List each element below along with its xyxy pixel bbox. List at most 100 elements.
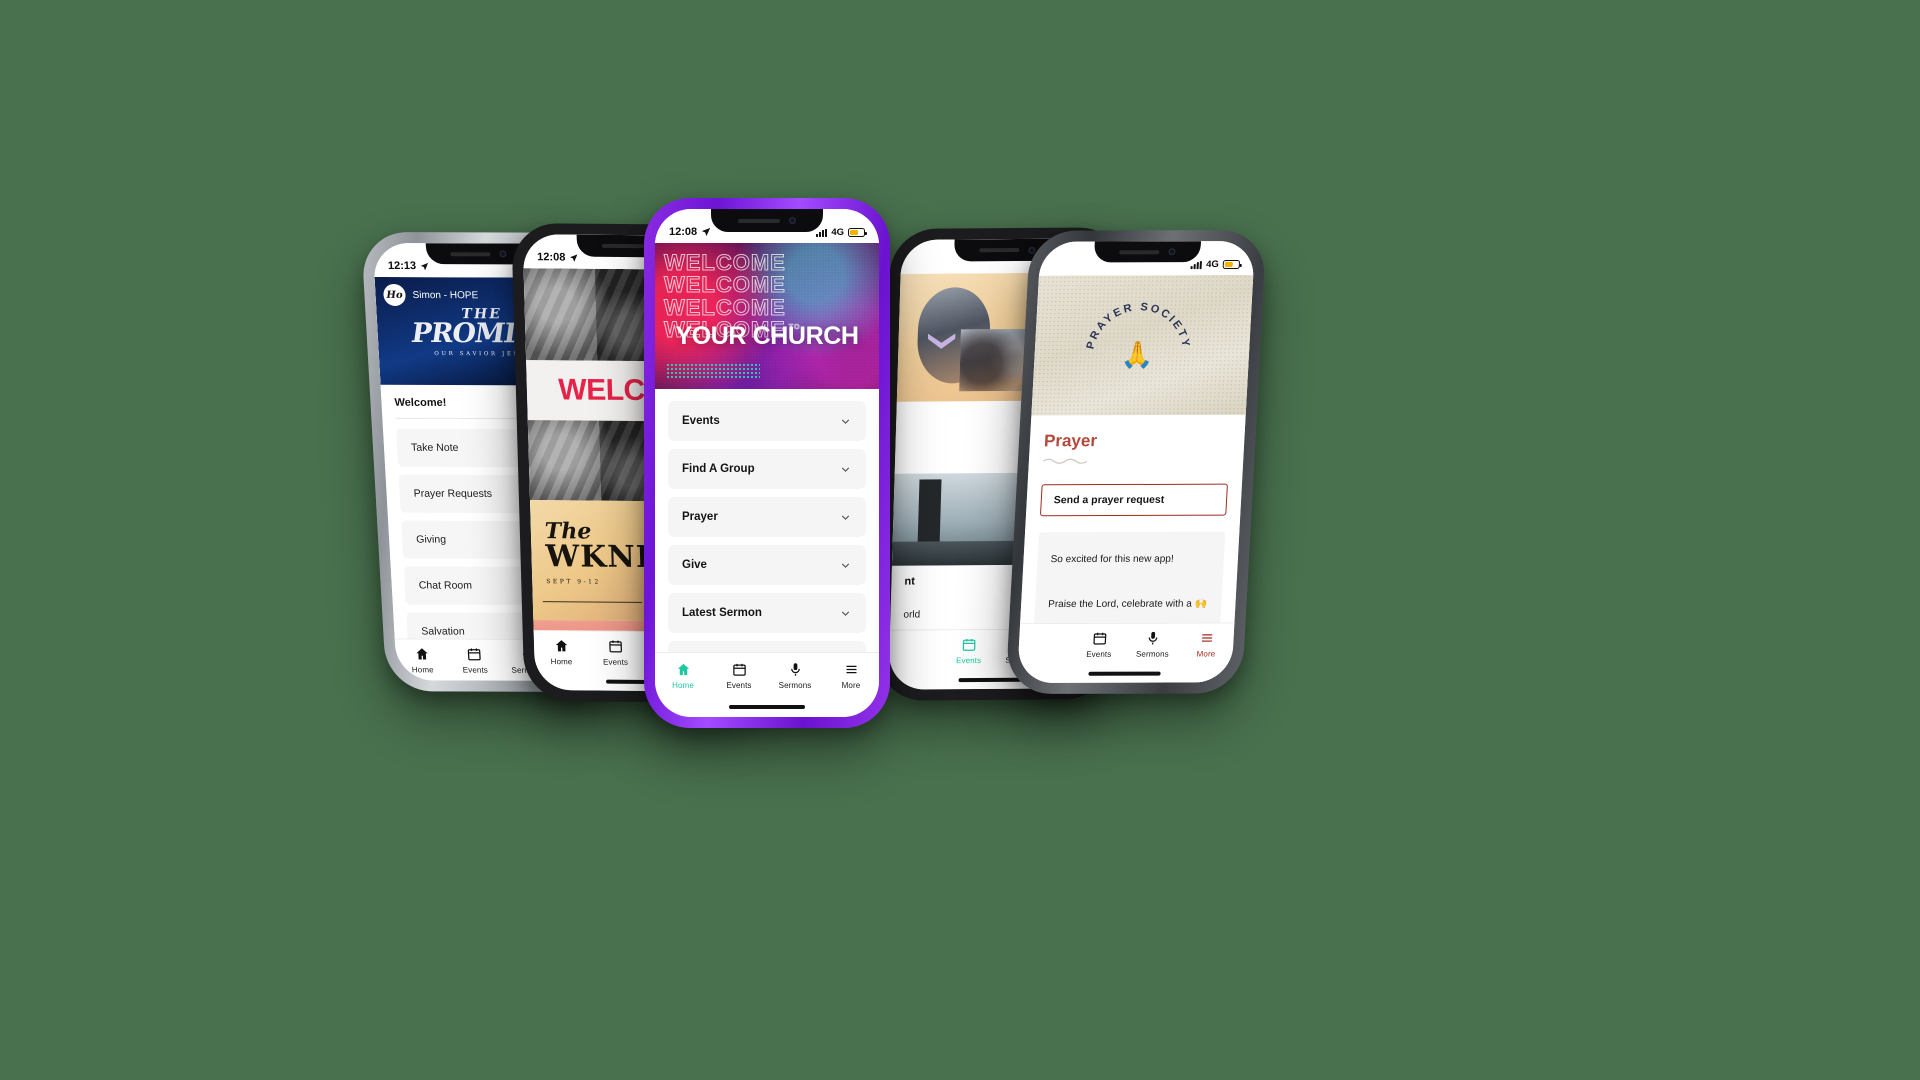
tab-events[interactable]: Events [448, 647, 502, 675]
tab-more[interactable]: More [1179, 630, 1234, 658]
status-left: 12:08 [669, 226, 711, 238]
menu-item-label: Give [682, 559, 707, 571]
tab-sermons[interactable]: Sermons [1125, 631, 1180, 659]
battery-icon [848, 228, 867, 237]
front-camera [789, 217, 797, 224]
battery-icon [1222, 259, 1241, 270]
phone-device-5: 4G PRAYER SOCIETY 🙏 Prayer Send a prayer… [1005, 229, 1267, 695]
earpiece-speaker [1119, 249, 1160, 254]
hero-to-label: TO [788, 324, 801, 332]
home-menu-list: Events Find A Group Prayer Give Latest S… [655, 389, 879, 652]
hero-welcome-word: WELCOME [663, 317, 786, 343]
tab-sermons[interactable]: Sermons [767, 662, 823, 690]
earpiece-speaker [737, 218, 781, 223]
hero-repeat-text: WELCOME WELCOME WELCOME WELCOME TO [663, 249, 875, 343]
calendar-icon [608, 640, 622, 653]
avatar: Ho [382, 283, 407, 306]
phone-5-content: PRAYER SOCIETY 🙏 Prayer Send a prayer re… [1020, 274, 1254, 624]
hero-welcome-line: WELCOME [663, 294, 786, 320]
hero-banner[interactable]: WELCOME WELCOME WELCOME WELCOME TO YOUR C… [655, 243, 879, 389]
menu-item-need-help[interactable]: Need help? [668, 641, 866, 652]
video-channel-name: Simon - HOPE [412, 289, 479, 301]
carrier-label: 4G [1205, 259, 1220, 271]
hero-welcome-line: WELCOME [663, 272, 786, 298]
chevron-down-icon [839, 559, 852, 572]
wknd-rule [542, 600, 643, 603]
hero-welcome-line-with-to: WELCOME TO [663, 317, 875, 343]
menu-item-prayer[interactable]: Prayer [668, 497, 866, 537]
list-item-label: Prayer Requests [413, 487, 493, 500]
home-indicator [1016, 664, 1233, 684]
hamburger-icon [1201, 634, 1213, 642]
location-arrow-icon [420, 262, 429, 270]
tab-label: More [1196, 649, 1216, 659]
menu-item-label: Prayer [682, 511, 718, 523]
status-right: 4G [815, 227, 867, 238]
status-left: 12:08 [537, 251, 579, 264]
front-camera [1168, 248, 1176, 256]
phone-3-content: WELCOME WELCOME WELCOME WELCOME TO YOUR C… [655, 243, 879, 652]
list-item-label: Take Note [410, 441, 459, 454]
calendar-icon [1093, 632, 1107, 645]
tab-label: Sermons [778, 681, 812, 690]
phone-5-tab-bar: Events Sermons More [1017, 622, 1235, 666]
video-channel-header: Ho Simon - HOPE [382, 283, 479, 306]
home-icon [677, 663, 689, 676]
prayer-emblem: PRAYER SOCIETY 🙏 [1076, 289, 1201, 407]
tab-events[interactable]: Events [588, 638, 643, 667]
microphone-icon [790, 663, 800, 676]
list-item-label: Chat Room [418, 579, 473, 592]
menu-item-label: Latest Sermon [682, 607, 762, 619]
location-arrow-icon [701, 227, 711, 237]
earpiece-speaker [450, 251, 491, 256]
tab-events[interactable]: Events [942, 637, 996, 665]
send-prayer-request-button[interactable]: Send a prayer request [1039, 483, 1228, 517]
status-left: 12:13 [388, 260, 430, 272]
prayer-society-banner: PRAYER SOCIETY 🙏 [1031, 274, 1254, 416]
hero-welcome-line: WELCOME [663, 249, 786, 275]
phone-device-3: 12:08 4G WELCOME WELCOME WELCOME WELCOME… [644, 198, 890, 728]
tab-label: Events [1086, 649, 1112, 659]
phone-5-screen: 4G PRAYER SOCIETY 🙏 Prayer Send a prayer… [1016, 240, 1256, 684]
hero-dot-pattern [666, 362, 761, 379]
home-icon [416, 648, 428, 660]
prayer-society-arc-text: PRAYER SOCIETY [1076, 289, 1201, 407]
tab-events[interactable]: Events [711, 662, 767, 690]
tab-home[interactable]: Home [395, 646, 449, 674]
menu-item-find-a-group[interactable]: Find A Group [668, 449, 866, 489]
page-title: Prayer [1043, 431, 1098, 451]
menu-item-latest-sermon[interactable]: Latest Sermon [668, 593, 866, 633]
clock-label: 12:13 [387, 259, 417, 273]
prayer-feed-card: So excited for this new app! Praise the … [1033, 531, 1226, 624]
clock-label: 12:08 [669, 226, 698, 238]
menu-item-events[interactable]: Events [668, 401, 866, 441]
prayer-note: So excited for this new app! [1050, 553, 1174, 566]
tab-events[interactable]: Events [1072, 631, 1127, 659]
tab-home[interactable]: Home [534, 638, 589, 666]
signal-bars-icon [815, 228, 828, 237]
phone-3-tab-bar: Home Events Sermons More [655, 652, 879, 697]
calendar-icon [732, 663, 746, 676]
carrier-label: 4G [831, 227, 844, 238]
home-icon [555, 640, 567, 652]
location-arrow-icon [570, 253, 578, 262]
tab-home[interactable]: Home [655, 662, 711, 690]
chevron-down-icon [839, 463, 852, 476]
praying-hands-icon: 🙏 [1120, 339, 1155, 370]
tab-label: Events [955, 656, 982, 666]
tab-label: Events [602, 657, 629, 667]
status-right: 4G [1190, 259, 1241, 271]
list-item-label: Giving [415, 533, 447, 546]
chevron-down-icon [839, 607, 852, 620]
tab-more[interactable]: More [823, 662, 879, 690]
earpiece-speaker [979, 248, 1020, 253]
chevron-down-icon [839, 415, 852, 428]
hamburger-icon [846, 665, 856, 674]
tab-label: Home [411, 665, 434, 675]
tab-label: More [841, 681, 861, 690]
menu-item-label: Events [682, 415, 720, 427]
list-item-label: Salvation [421, 625, 465, 638]
tab-label: Sermons [1135, 649, 1170, 659]
phone-3-notch [711, 209, 823, 232]
menu-item-give[interactable]: Give [668, 545, 866, 585]
